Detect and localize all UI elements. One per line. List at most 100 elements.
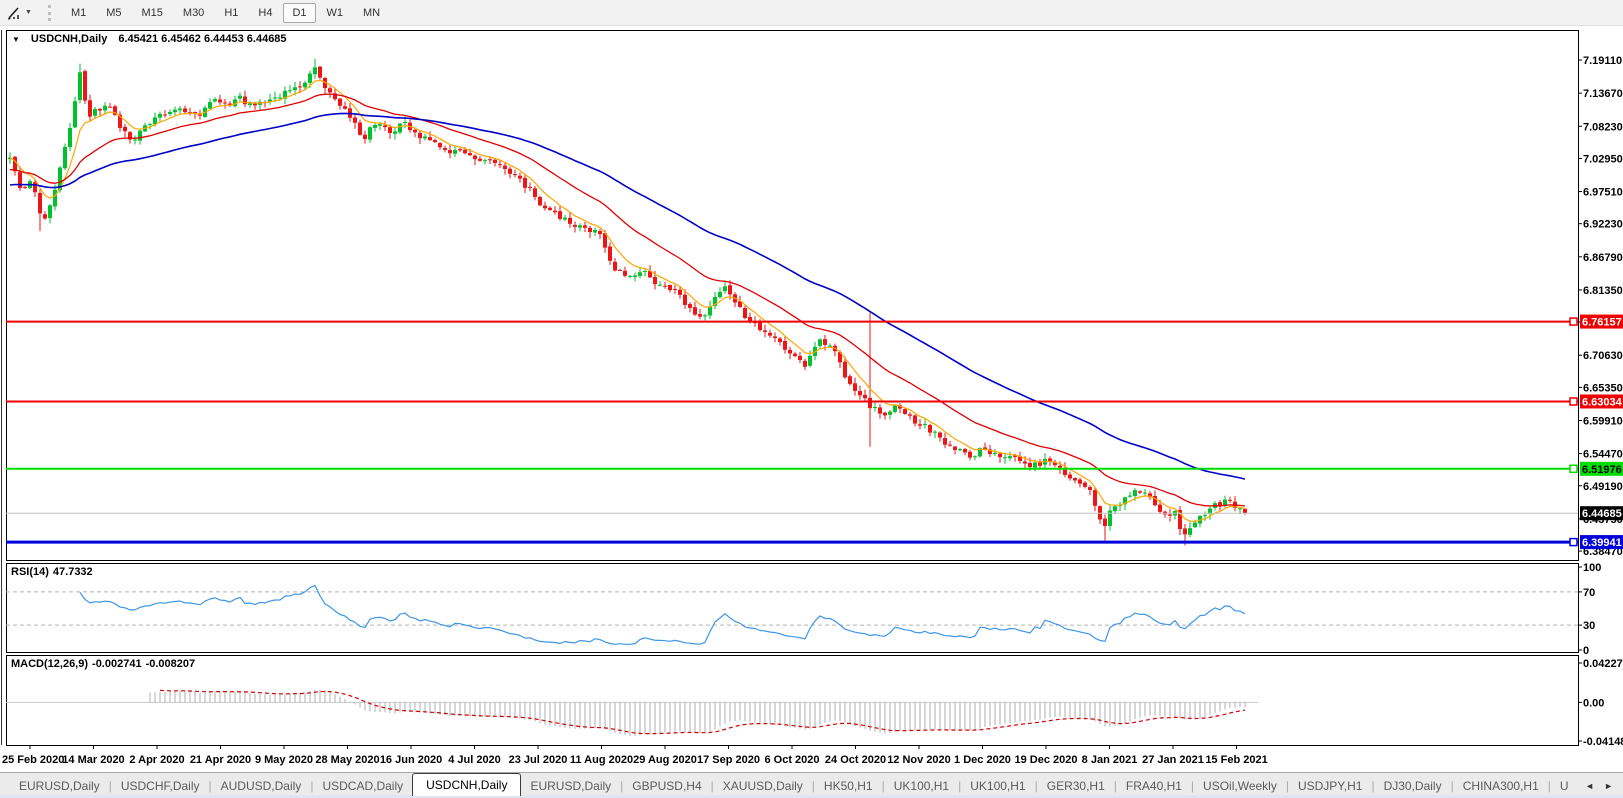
macd-signal-line bbox=[159, 689, 1246, 735]
date-label: 11 Aug 2020 bbox=[570, 754, 633, 766]
rsi-tick-label: 30 bbox=[1583, 620, 1595, 632]
tab-eurusd-daily[interactable]: EURUSD,Daily bbox=[10, 775, 109, 797]
date-label: 28 May 2020 bbox=[315, 754, 379, 766]
price-tick-label: 7.13670 bbox=[1583, 88, 1623, 100]
tab-audusd-daily[interactable]: AUDUSD,Daily bbox=[212, 775, 311, 797]
main-chart-panel-border bbox=[6, 30, 1579, 561]
chart-ohlc-values: 6.45421 6.45462 6.44453 6.44685 bbox=[118, 33, 287, 45]
tool-dropdown-caret-icon[interactable]: ▼ bbox=[25, 9, 32, 16]
price-tick-label: 7.02950 bbox=[1583, 153, 1623, 165]
tab-scroll-right-icon[interactable]: ► bbox=[1604, 781, 1613, 791]
hline-marker bbox=[1569, 397, 1578, 406]
rsi-tick-label: 70 bbox=[1583, 587, 1595, 599]
tab-eurusd-daily[interactable]: EURUSD,Daily bbox=[521, 775, 620, 797]
hline-badge-label: 6.76157 bbox=[1582, 317, 1622, 329]
ma-7-line bbox=[9, 79, 1246, 523]
timeframe-button-h4[interactable]: H4 bbox=[249, 3, 281, 23]
timeframe-button-m15[interactable]: M15 bbox=[133, 3, 172, 23]
rsi-label: RSI(14) 47.7332 bbox=[11, 566, 97, 578]
tab-gbpusd-h4[interactable]: GBPUSD,H4 bbox=[623, 775, 710, 797]
rsi-tick-label: 0 bbox=[1583, 645, 1589, 657]
price-tick-label: 6.86790 bbox=[1583, 252, 1623, 264]
tab-xauusd-daily[interactable]: XAUUSD,Daily bbox=[714, 775, 812, 797]
tab-usdcnh-daily[interactable]: USDCNH,Daily bbox=[412, 773, 522, 796]
date-label: 27 Jan 2021 bbox=[1142, 754, 1204, 766]
timeframe-button-m5[interactable]: M5 bbox=[97, 3, 130, 23]
timeframe-button-h1[interactable]: H1 bbox=[215, 3, 247, 23]
chart-symbol: USDCNH,Daily bbox=[30, 33, 108, 45]
price-tick-label: 6.59910 bbox=[1583, 415, 1623, 427]
rsi-tick-label: 100 bbox=[1583, 562, 1601, 574]
date-label: 19 Dec 2020 bbox=[1015, 754, 1078, 766]
chart-title: ▼ USDCNH,Daily 6.45421 6.45462 6.44453 6… bbox=[12, 33, 291, 45]
ma-60-line bbox=[9, 112, 1246, 480]
tab-dj30-daily[interactable]: DJ30,Daily bbox=[1375, 775, 1451, 797]
hline-marker bbox=[1569, 537, 1578, 547]
macd-indicator-name: MACD(12,26,9) bbox=[11, 658, 89, 670]
hline-badge-label: 6.51976 bbox=[1582, 464, 1622, 476]
date-label: 12 Nov 2020 bbox=[887, 754, 951, 766]
macd-tick-label: 0.042275 bbox=[1583, 658, 1623, 670]
timeframe-button-mn[interactable]: MN bbox=[354, 3, 389, 23]
price-tick-label: 6.92230 bbox=[1583, 219, 1623, 231]
price-tick-label: 7.19110 bbox=[1583, 55, 1622, 67]
timeframe-button-d1[interactable]: D1 bbox=[283, 2, 316, 23]
price-tick-label: 6.54470 bbox=[1583, 449, 1623, 461]
tab-usdchf-daily[interactable]: USDCHF,Daily bbox=[112, 775, 209, 797]
date-label: 17 Sep 2020 bbox=[697, 754, 760, 766]
date-label: 24 Oct 2020 bbox=[825, 754, 886, 766]
tab-china300-h1[interactable]: CHINA300,H1 bbox=[1454, 775, 1548, 797]
mt4-window: ▼ M1 M5 M15 M30 H1 H4 D1 W1 MN 7.19110 7.13670 7.0… bbox=[0, 0, 1623, 798]
macd-tick-label: -0.04148 bbox=[1583, 736, 1623, 748]
date-label: 9 May 2020 bbox=[255, 754, 313, 766]
tab-usdcad-daily[interactable]: USDCAD,Daily bbox=[313, 775, 412, 797]
price-tick-label: 6.65350 bbox=[1583, 382, 1623, 394]
rsi-panel-border bbox=[6, 563, 1579, 653]
macd-label: MACD(12,26,9) -0.002741 -0.008207 bbox=[11, 658, 199, 670]
rsi-line bbox=[79, 584, 1246, 645]
date-label: 8 Jan 2021 bbox=[1082, 754, 1138, 766]
macd-panel-border bbox=[6, 655, 1579, 746]
hline-marker bbox=[1569, 317, 1578, 326]
date-label: 23 Jul 2020 bbox=[509, 754, 568, 766]
chart-dropdown-icon[interactable]: ▼ bbox=[12, 35, 20, 44]
date-label: 6 Oct 2020 bbox=[764, 754, 819, 766]
toolbar-grip-handle[interactable] bbox=[47, 4, 53, 21]
date-label: 15 Feb 2021 bbox=[1205, 754, 1267, 766]
tab-hk50-h1[interactable]: HK50,H1 bbox=[815, 775, 882, 797]
price-tick-label: 6.49190 bbox=[1583, 481, 1623, 493]
tab-fra40-h1[interactable]: FRA40,H1 bbox=[1117, 775, 1191, 797]
hline-badge-label: 6.39941 bbox=[1582, 537, 1622, 549]
macd-tick-label: 0.00 bbox=[1583, 697, 1604, 709]
price-tick-label: 6.70630 bbox=[1583, 350, 1623, 362]
date-label: 16 Jun 2020 bbox=[380, 754, 442, 766]
tab-usdjpy-h1[interactable]: USDJPY,H1 bbox=[1289, 775, 1371, 797]
tab-scroll-left-icon[interactable]: ◄ bbox=[1585, 781, 1594, 791]
current-price-badge-label: 6.44685 bbox=[1582, 508, 1622, 520]
candlesticks bbox=[8, 58, 1247, 546]
date-label: 4 Jul 2020 bbox=[448, 754, 501, 766]
tab-u[interactable]: U bbox=[1551, 775, 1575, 797]
hline-marker bbox=[1569, 464, 1578, 474]
date-label: 29 Aug 2020 bbox=[633, 754, 697, 766]
rsi-indicator-name: RSI(14) bbox=[11, 566, 49, 578]
timeframe-button-m1[interactable]: M1 bbox=[62, 3, 95, 23]
date-label: 14 Mar 2020 bbox=[62, 754, 124, 766]
chart-canvas[interactable]: 7.19110 7.13670 7.08230 7.02950 6.97510 6.922… bbox=[0, 26, 1623, 772]
date-label: 1 Dec 2020 bbox=[954, 754, 1011, 766]
macd-main-value: -0.002741 bbox=[92, 658, 142, 670]
tab-uk100-h1[interactable]: UK100,H1 bbox=[961, 775, 1034, 797]
date-label: 2 Apr 2020 bbox=[129, 754, 184, 766]
tab-uk100-h1[interactable]: UK100,H1 bbox=[885, 775, 958, 797]
macd-signal-value: -0.008207 bbox=[145, 658, 196, 670]
tab-usoil-weekly[interactable]: USOil,Weekly bbox=[1194, 775, 1286, 797]
crosshair-pencil-tool-icon[interactable] bbox=[6, 5, 22, 21]
ma-25-line bbox=[9, 93, 1246, 507]
date-label: 21 Apr 2020 bbox=[190, 754, 251, 766]
timeframe-button-w1[interactable]: W1 bbox=[318, 3, 353, 23]
tab-ger30-h1[interactable]: GER30,H1 bbox=[1038, 775, 1114, 797]
timeframe-button-m30[interactable]: M30 bbox=[174, 3, 213, 23]
price-tick-label: 6.81350 bbox=[1583, 285, 1623, 297]
date-label: 25 Feb 2020 bbox=[2, 754, 64, 766]
macd-histogram bbox=[149, 689, 1246, 736]
